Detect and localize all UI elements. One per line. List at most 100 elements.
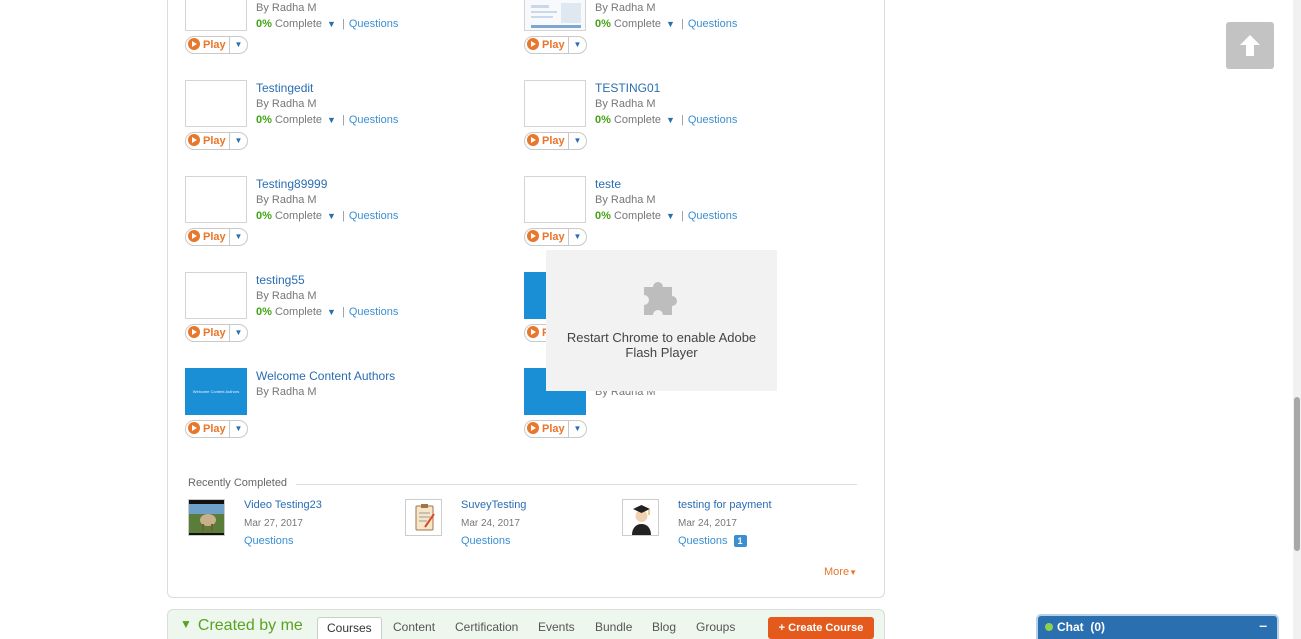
- minimize-button[interactable]: –: [1259, 617, 1267, 633]
- tab-courses[interactable]: Courses: [317, 617, 382, 639]
- play-dropdown-toggle[interactable]: ▼: [229, 229, 247, 245]
- progress-percent: 0%: [256, 306, 272, 318]
- scroll-to-top-button[interactable]: [1226, 22, 1274, 69]
- play-button[interactable]: Play: [188, 326, 226, 340]
- course-author: By Radha M: [256, 2, 317, 14]
- questions-link[interactable]: Questions: [688, 210, 738, 222]
- progress-percent: 0%: [595, 114, 611, 126]
- course-thumbnail[interactable]: [185, 0, 247, 31]
- course-title[interactable]: testing55: [256, 273, 305, 287]
- play-dropdown-toggle[interactable]: ▼: [229, 37, 247, 53]
- questions-link[interactable]: Questions: [349, 18, 399, 30]
- questions-link[interactable]: Questions: [349, 306, 399, 318]
- play-button[interactable]: Play: [527, 134, 565, 148]
- play-button[interactable]: Play: [188, 230, 226, 244]
- play-dropdown-toggle[interactable]: ▼: [568, 37, 586, 53]
- course-thumbnail[interactable]: [185, 80, 247, 127]
- course-progress-row: 0% Complete ▼ | Questions: [256, 18, 398, 30]
- tab-bundle[interactable]: Bundle: [595, 620, 632, 634]
- play-dropdown-toggle[interactable]: ▼: [229, 133, 247, 149]
- play-label: Play: [203, 135, 226, 147]
- play-dropdown-toggle[interactable]: ▼: [229, 325, 247, 341]
- more-link[interactable]: More▼: [824, 566, 857, 578]
- course-card: TESTING01 By Radha M 0% Complete ▼ | Questi…: [524, 80, 844, 160]
- scrollbar-thumb[interactable]: [1294, 397, 1300, 551]
- completed-course-title[interactable]: testing for payment: [678, 499, 772, 511]
- course-thumbnail[interactable]: [524, 0, 586, 31]
- tab-certification[interactable]: Certification: [455, 620, 518, 634]
- play-button[interactable]: Play: [188, 38, 226, 52]
- play-icon: [188, 230, 200, 242]
- play-label: Play: [203, 39, 226, 51]
- created-by-me-toggle[interactable]: ▼ Created by me: [180, 617, 303, 635]
- course-title[interactable]: TESTING01: [595, 81, 660, 95]
- questions-link[interactable]: Questions: [688, 114, 738, 126]
- section-title: Created by me: [197, 617, 303, 634]
- chevron-down-icon[interactable]: ▼: [327, 115, 336, 125]
- course-author: By Radha M: [256, 98, 317, 110]
- divider: |: [341, 18, 345, 30]
- course-thumbnail[interactable]: [524, 80, 586, 127]
- recently-completed-item: SuveyTesting Mar 24, 2017 Questions: [405, 499, 605, 551]
- questions-link[interactable]: Questions: [349, 210, 399, 222]
- progress-status: Complete: [613, 18, 662, 30]
- tab-events[interactable]: Events: [538, 620, 575, 634]
- progress-status: Complete: [274, 306, 323, 318]
- questions-link[interactable]: Questions: [349, 114, 399, 126]
- questions-link[interactable]: Questions: [688, 18, 738, 30]
- play-button-group: Play ▼: [524, 420, 587, 438]
- completed-course-title[interactable]: Video Testing23: [244, 499, 322, 511]
- play-button[interactable]: Play: [188, 134, 226, 148]
- created-by-me-panel: ▼ Created by me Courses Content Certifica…: [167, 609, 885, 639]
- survey-thumbnail[interactable]: [405, 499, 442, 536]
- tab-blog[interactable]: Blog: [652, 620, 676, 634]
- play-dropdown-toggle[interactable]: ▼: [229, 421, 247, 437]
- play-dropdown-toggle[interactable]: ▼: [568, 421, 586, 437]
- play-dropdown-toggle[interactable]: ▼: [568, 133, 586, 149]
- play-button-group: Play ▼: [524, 228, 587, 246]
- divider: |: [341, 114, 345, 126]
- play-button[interactable]: Play: [188, 422, 226, 436]
- course-author: By Radha M: [256, 194, 317, 206]
- chevron-down-icon[interactable]: ▼: [666, 211, 675, 221]
- course-thumbnail[interactable]: Welcome Content Authors: [185, 368, 247, 415]
- play-button[interactable]: Play: [527, 230, 565, 244]
- questions-link[interactable]: Questions 1: [678, 535, 747, 547]
- progress-percent: 0%: [256, 114, 272, 126]
- course-thumbnail[interactable]: [185, 176, 247, 223]
- play-button-group: Play ▼: [185, 36, 248, 54]
- divider: |: [341, 306, 345, 318]
- completed-course-title[interactable]: SuveyTesting: [461, 499, 526, 511]
- course-title[interactable]: Testingedit: [256, 81, 313, 95]
- play-icon: [527, 230, 539, 242]
- chevron-down-icon[interactable]: ▼: [666, 115, 675, 125]
- chevron-down-icon[interactable]: ▼: [666, 19, 675, 29]
- tab-content[interactable]: Content: [393, 620, 435, 634]
- flash-plugin-notice[interactable]: Restart Chrome to enable Adobe Flash Pla…: [546, 250, 777, 391]
- video-thumbnail[interactable]: [188, 499, 225, 536]
- play-button[interactable]: Play: [527, 422, 565, 436]
- play-label: Play: [542, 231, 565, 243]
- course-title[interactable]: teste: [595, 177, 621, 191]
- questions-link[interactable]: Questions: [461, 535, 511, 547]
- chevron-down-icon[interactable]: ▼: [327, 211, 336, 221]
- course-thumbnail[interactable]: [185, 272, 247, 319]
- tab-groups[interactable]: Groups: [696, 620, 735, 634]
- course-title[interactable]: Testing89999: [256, 177, 327, 191]
- play-button-group: Play ▼: [524, 36, 587, 54]
- play-dropdown-toggle[interactable]: ▼: [568, 229, 586, 245]
- completed-date: Mar 24, 2017: [461, 518, 520, 529]
- create-course-button[interactable]: + Create Course: [768, 617, 874, 639]
- course-thumbnail[interactable]: [524, 176, 586, 223]
- course-title[interactable]: Welcome Content Authors: [256, 369, 395, 383]
- graduate-thumbnail[interactable]: [622, 499, 659, 536]
- chat-widget[interactable]: Chat (0) –: [1036, 614, 1279, 639]
- course-card: Welcome Content Authors Welcome Content …: [185, 368, 505, 448]
- play-button[interactable]: Play: [527, 38, 565, 52]
- divider: |: [680, 210, 684, 222]
- questions-link[interactable]: Questions: [244, 535, 294, 547]
- chevron-down-icon[interactable]: ▼: [327, 307, 336, 317]
- progress-status: Complete: [274, 210, 323, 222]
- chevron-down-icon[interactable]: ▼: [327, 19, 336, 29]
- chat-count: (0): [1090, 620, 1106, 634]
